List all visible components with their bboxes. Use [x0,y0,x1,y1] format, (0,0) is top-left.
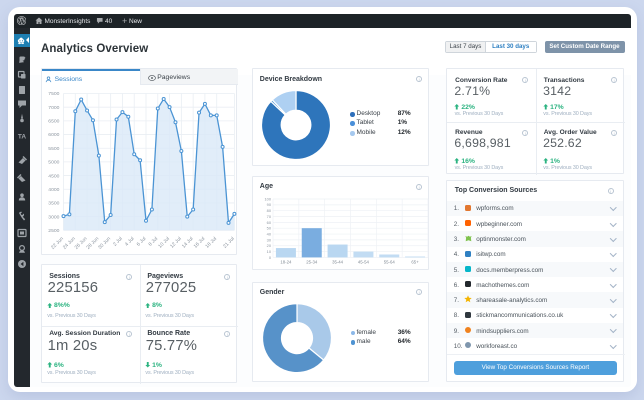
svg-text:80: 80 [267,208,272,213]
svg-text:10: 10 [267,249,272,254]
svg-text:21 Jul: 21 Jul [222,236,236,250]
svg-text:50: 50 [267,226,272,231]
svg-text:6000: 6000 [48,132,59,138]
svg-text:2500: 2500 [48,228,59,234]
svg-text:20: 20 [267,243,272,248]
svg-text:14 Jul: 14 Jul [180,236,194,250]
svg-text:7000: 7000 [48,105,59,111]
svg-text:5500: 5500 [48,146,59,152]
svg-text:3500: 3500 [48,201,59,207]
svg-text:5000: 5000 [48,160,59,166]
svg-text:16 Jul: 16 Jul [192,236,206,250]
svg-text:6500: 6500 [48,119,59,125]
svg-text:10 Jul: 10 Jul [157,236,171,250]
svg-text:4000: 4000 [48,187,59,193]
svg-text:40: 40 [267,231,272,236]
svg-text:65+: 65+ [411,260,419,265]
svg-text:4500: 4500 [48,173,59,179]
svg-text:3000: 3000 [48,214,59,220]
svg-text:18-24: 18-24 [280,260,292,265]
svg-text:6 Jul: 6 Jul [135,236,147,248]
svg-text:60: 60 [267,220,272,225]
svg-text:100: 100 [265,196,272,201]
svg-text:4 Jul: 4 Jul [124,236,136,248]
svg-text:90: 90 [267,202,272,207]
svg-text:70: 70 [267,214,272,219]
svg-text:30 Jun: 30 Jun [97,236,112,251]
svg-text:12 Jul: 12 Jul [169,236,183,250]
svg-text:55-64: 55-64 [384,260,396,265]
svg-text:45-54: 45-54 [358,260,370,265]
svg-text:25-34: 25-34 [306,260,318,265]
svg-text:TA: TA [17,134,25,141]
svg-text:2 Jul: 2 Jul [112,236,124,248]
svg-text:35-44: 35-44 [332,260,344,265]
svg-text:30: 30 [267,237,272,242]
svg-text:18 Jul: 18 Jul [204,236,218,250]
svg-text:0: 0 [269,255,272,260]
svg-text:7500: 7500 [48,91,59,97]
